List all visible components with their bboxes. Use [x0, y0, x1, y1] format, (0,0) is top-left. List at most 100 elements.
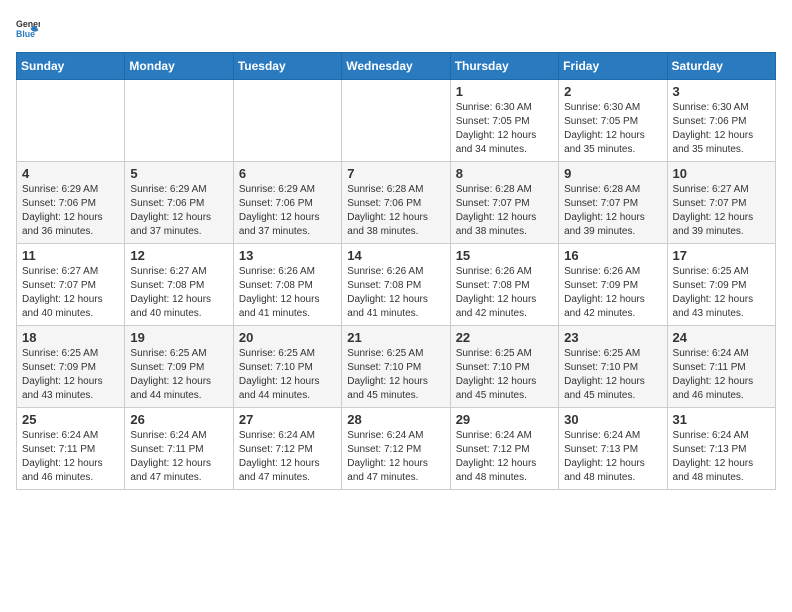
calendar-week-row: 1Sunrise: 6:30 AM Sunset: 7:05 PM Daylig…	[17, 80, 776, 162]
day-info: Sunrise: 6:24 AM Sunset: 7:11 PM Dayligh…	[130, 429, 227, 485]
calendar-week-row: 11Sunrise: 6:27 AM Sunset: 7:07 PM Dayli…	[17, 244, 776, 326]
calendar-cell: 22 Sunrise: 6:25 AM Sunset: 7:10 PM Dayli…	[450, 326, 558, 408]
day-number: 4	[22, 166, 119, 181]
day-info: Sunrise: 6:28 AM Sunset: 7:07 PM Dayligh…	[456, 183, 553, 239]
calendar-cell: 20 Sunrise: 6:25 AM Sunset: 7:10 PM Dayli…	[233, 326, 341, 408]
calendar-cell: 4 Sunrise: 6:29 AM Sunset: 7:06 PM Daylig…	[17, 162, 125, 244]
logo-icon: General Blue	[16, 16, 40, 40]
calendar-cell: 25 Sunrise: 6:24 AM Sunset: 7:11 PM Dayli…	[17, 408, 125, 490]
day-info: Sunrise: 6:24 AM Sunset: 7:13 PM Dayligh…	[564, 429, 661, 485]
calendar-week-row: 18 Sunrise: 6:25 AM Sunset: 7:09 PM Dayli…	[17, 326, 776, 408]
calendar-cell: 9 Sunrise: 6:28 AM Sunset: 7:07 PM Daylig…	[559, 162, 667, 244]
day-info: Sunrise: 6:27 AM Sunset: 7:07 PM Dayligh…	[673, 183, 770, 239]
calendar-cell: 23 Sunrise: 6:25 AM Sunset: 7:10 PM Dayli…	[559, 326, 667, 408]
day-number: 11	[22, 248, 119, 263]
calendar-cell: 11Sunrise: 6:27 AM Sunset: 7:07 PM Dayli…	[17, 244, 125, 326]
day-info: Sunrise: 6:28 AM Sunset: 7:06 PM Dayligh…	[347, 183, 444, 239]
svg-text:Blue: Blue	[16, 29, 35, 39]
calendar-cell: 7 Sunrise: 6:28 AM Sunset: 7:06 PM Daylig…	[342, 162, 450, 244]
calendar-cell: 21 Sunrise: 6:25 AM Sunset: 7:10 PM Dayli…	[342, 326, 450, 408]
day-number: 18	[22, 330, 119, 345]
day-info: Sunrise: 6:24 AM Sunset: 7:11 PM Dayligh…	[673, 347, 770, 403]
day-info: Sunrise: 6:25 AM Sunset: 7:09 PM Dayligh…	[22, 347, 119, 403]
day-info: Sunrise: 6:24 AM Sunset: 7:11 PM Dayligh…	[22, 429, 119, 485]
calendar-cell: 5Sunrise: 6:29 AM Sunset: 7:06 PM Daylig…	[125, 162, 233, 244]
day-number: 16	[564, 248, 661, 263]
weekday-header-thursday: Thursday	[450, 53, 558, 80]
calendar-header-row: SundayMondayTuesdayWednesdayThursdayFrid…	[17, 53, 776, 80]
day-number: 30	[564, 412, 661, 427]
calendar-cell: 1Sunrise: 6:30 AM Sunset: 7:05 PM Daylig…	[450, 80, 558, 162]
page-header: General Blue	[16, 16, 776, 40]
calendar-cell: 28 Sunrise: 6:24 AM Sunset: 7:12 PM Dayli…	[342, 408, 450, 490]
weekday-header-saturday: Saturday	[667, 53, 775, 80]
day-info: Sunrise: 6:29 AM Sunset: 7:06 PM Dayligh…	[22, 183, 119, 239]
day-info: Sunrise: 6:26 AM Sunset: 7:09 PM Dayligh…	[564, 265, 661, 321]
day-info: Sunrise: 6:24 AM Sunset: 7:13 PM Dayligh…	[673, 429, 770, 485]
day-number: 9	[564, 166, 661, 181]
day-info: Sunrise: 6:25 AM Sunset: 7:10 PM Dayligh…	[564, 347, 661, 403]
calendar-cell: 12Sunrise: 6:27 AM Sunset: 7:08 PM Dayli…	[125, 244, 233, 326]
day-number: 26	[130, 412, 227, 427]
calendar-cell	[342, 80, 450, 162]
calendar-cell	[17, 80, 125, 162]
weekday-header-tuesday: Tuesday	[233, 53, 341, 80]
day-number: 22	[456, 330, 553, 345]
calendar-cell: 29 Sunrise: 6:24 AM Sunset: 7:12 PM Dayli…	[450, 408, 558, 490]
day-info: Sunrise: 6:30 AM Sunset: 7:06 PM Dayligh…	[673, 101, 770, 157]
calendar-cell: 30 Sunrise: 6:24 AM Sunset: 7:13 PM Dayli…	[559, 408, 667, 490]
day-info: Sunrise: 6:24 AM Sunset: 7:12 PM Dayligh…	[239, 429, 336, 485]
calendar-cell: 2 Sunrise: 6:30 AM Sunset: 7:05 PM Daylig…	[559, 80, 667, 162]
calendar-cell	[233, 80, 341, 162]
logo: General Blue	[16, 16, 44, 40]
day-number: 12	[130, 248, 227, 263]
weekday-header-wednesday: Wednesday	[342, 53, 450, 80]
day-number: 29	[456, 412, 553, 427]
day-number: 23	[564, 330, 661, 345]
weekday-header-monday: Monday	[125, 53, 233, 80]
calendar-cell: 3 Sunrise: 6:30 AM Sunset: 7:06 PM Daylig…	[667, 80, 775, 162]
day-info: Sunrise: 6:24 AM Sunset: 7:12 PM Dayligh…	[456, 429, 553, 485]
day-number: 10	[673, 166, 770, 181]
day-info: Sunrise: 6:30 AM Sunset: 7:05 PM Dayligh…	[564, 101, 661, 157]
day-number: 17	[673, 248, 770, 263]
day-info: Sunrise: 6:28 AM Sunset: 7:07 PM Dayligh…	[564, 183, 661, 239]
calendar-cell: 26 Sunrise: 6:24 AM Sunset: 7:11 PM Dayli…	[125, 408, 233, 490]
day-number: 14	[347, 248, 444, 263]
day-number: 6	[239, 166, 336, 181]
day-number: 20	[239, 330, 336, 345]
day-number: 7	[347, 166, 444, 181]
calendar-cell: 18 Sunrise: 6:25 AM Sunset: 7:09 PM Dayli…	[17, 326, 125, 408]
day-number: 15	[456, 248, 553, 263]
day-info: Sunrise: 6:29 AM Sunset: 7:06 PM Dayligh…	[239, 183, 336, 239]
calendar-table: SundayMondayTuesdayWednesdayThursdayFrid…	[16, 52, 776, 490]
calendar-cell: 19 Sunrise: 6:25 AM Sunset: 7:09 PM Dayli…	[125, 326, 233, 408]
day-number: 24	[673, 330, 770, 345]
calendar-cell: 14 Sunrise: 6:26 AM Sunset: 7:08 PM Dayli…	[342, 244, 450, 326]
day-info: Sunrise: 6:26 AM Sunset: 7:08 PM Dayligh…	[239, 265, 336, 321]
day-number: 2	[564, 84, 661, 99]
day-info: Sunrise: 6:25 AM Sunset: 7:10 PM Dayligh…	[239, 347, 336, 403]
day-info: Sunrise: 6:25 AM Sunset: 7:10 PM Dayligh…	[456, 347, 553, 403]
day-number: 31	[673, 412, 770, 427]
calendar-cell: 10 Sunrise: 6:27 AM Sunset: 7:07 PM Dayli…	[667, 162, 775, 244]
day-number: 19	[130, 330, 227, 345]
calendar-week-row: 4 Sunrise: 6:29 AM Sunset: 7:06 PM Daylig…	[17, 162, 776, 244]
calendar-cell: 31 Sunrise: 6:24 AM Sunset: 7:13 PM Dayli…	[667, 408, 775, 490]
day-info: Sunrise: 6:24 AM Sunset: 7:12 PM Dayligh…	[347, 429, 444, 485]
calendar-week-row: 25 Sunrise: 6:24 AM Sunset: 7:11 PM Dayli…	[17, 408, 776, 490]
day-number: 25	[22, 412, 119, 427]
weekday-header-sunday: Sunday	[17, 53, 125, 80]
day-number: 8	[456, 166, 553, 181]
calendar-cell: 17Sunrise: 6:25 AM Sunset: 7:09 PM Dayli…	[667, 244, 775, 326]
day-number: 3	[673, 84, 770, 99]
day-number: 28	[347, 412, 444, 427]
day-info: Sunrise: 6:30 AM Sunset: 7:05 PM Dayligh…	[456, 101, 553, 157]
day-info: Sunrise: 6:25 AM Sunset: 7:10 PM Dayligh…	[347, 347, 444, 403]
day-number: 21	[347, 330, 444, 345]
calendar-cell: 8 Sunrise: 6:28 AM Sunset: 7:07 PM Daylig…	[450, 162, 558, 244]
day-info: Sunrise: 6:25 AM Sunset: 7:09 PM Dayligh…	[130, 347, 227, 403]
day-info: Sunrise: 6:26 AM Sunset: 7:08 PM Dayligh…	[347, 265, 444, 321]
day-number: 5	[130, 166, 227, 181]
weekday-header-friday: Friday	[559, 53, 667, 80]
